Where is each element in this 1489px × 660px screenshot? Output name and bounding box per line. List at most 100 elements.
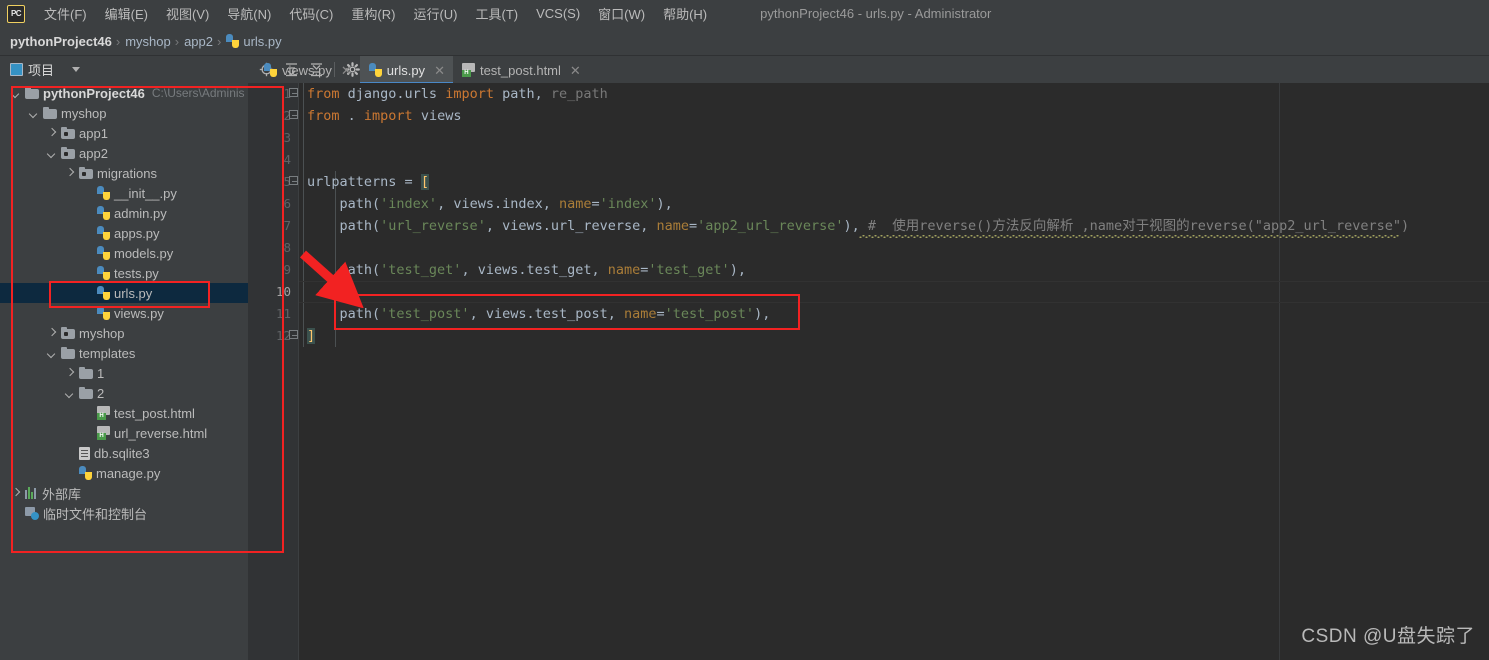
menu-file[interactable]: 文件(F) xyxy=(35,1,96,26)
spellcheck-underline xyxy=(859,235,1399,238)
tree-item-apps-py[interactable]: apps.py xyxy=(0,223,248,243)
code-token: import xyxy=(445,86,494,102)
tree-item-label: 外部库 xyxy=(42,486,82,502)
code-editor[interactable]: from django.urls import path, re_path fro… xyxy=(299,83,1489,660)
tree-item-label: models.py xyxy=(114,245,174,261)
tree-item-pythonProject46[interactable]: pythonProject46 C:\Users\Adminis xyxy=(0,83,248,103)
breadcrumb-item-project[interactable]: pythonProject46 xyxy=(10,34,112,49)
menu-tools[interactable]: 工具(T) xyxy=(466,1,527,26)
tree-item-myshop[interactable]: myshop xyxy=(0,103,248,123)
close-tab-icon[interactable]: ✕ xyxy=(341,64,352,77)
fold-marker[interactable] xyxy=(288,105,299,127)
menu-code[interactable]: 代码(C) xyxy=(280,1,342,26)
tree-item-app1[interactable]: app1 xyxy=(0,123,248,143)
tree-item-myshop[interactable]: myshop xyxy=(0,323,248,343)
menu-navigate[interactable]: 导航(N) xyxy=(218,1,280,26)
html-file-icon xyxy=(97,406,110,420)
menu-edit[interactable]: 编辑(E) xyxy=(96,1,157,26)
menu-view[interactable]: 视图(V) xyxy=(157,1,218,26)
chevron-down-icon[interactable] xyxy=(64,388,75,399)
tree-item-models-py[interactable]: models.py xyxy=(0,243,248,263)
editor-tab-urls-py[interactable]: urls.py ✕ xyxy=(359,56,454,84)
project-tree[interactable]: pythonProject46 C:\Users\Adminis myshop app… xyxy=(0,83,248,660)
close-tab-icon[interactable]: ✕ xyxy=(434,64,445,77)
code-token: = xyxy=(656,306,665,322)
scratches-console-icon xyxy=(25,506,39,520)
editor-tab-label: views.py xyxy=(282,62,332,78)
chevron-down-icon[interactable] xyxy=(46,148,57,159)
code-folding-column[interactable] xyxy=(288,83,299,660)
folder-icon xyxy=(79,367,93,379)
menu-run[interactable]: 运行(U) xyxy=(404,1,466,26)
code-line-2[interactable]: from . import views xyxy=(307,105,461,127)
menu-refactor[interactable]: 重构(R) xyxy=(342,1,404,26)
code-line-6[interactable]: path('index', views.index, name='index')… xyxy=(307,193,673,215)
code-line-12[interactable]: ] xyxy=(307,325,316,347)
code-line-7[interactable]: path('url_reverse', views.url_reverse, n… xyxy=(307,215,1410,237)
editor-tab-views-py[interactable]: views.py ✕ xyxy=(255,56,360,84)
tree-item-manage-py[interactable]: manage.py xyxy=(0,463,248,483)
tree-item-views-py[interactable]: views.py xyxy=(0,303,248,323)
indent-guide xyxy=(303,83,304,347)
tree-item-label: app2 xyxy=(79,145,108,161)
chevron-right-icon[interactable] xyxy=(10,488,21,499)
tree-item-db-sqlite3[interactable]: db.sqlite3 xyxy=(0,443,248,463)
python-file-icon xyxy=(97,306,110,320)
tree-item-urls-py[interactable]: urls.py xyxy=(0,283,248,303)
line-number: 3 xyxy=(283,130,291,145)
project-tab[interactable]: 项目 xyxy=(0,60,54,79)
code-token: 'test_get' xyxy=(648,262,730,278)
chevron-down-icon[interactable] xyxy=(72,67,81,72)
tree-item-label: pythonProject46 xyxy=(43,85,145,101)
breadcrumb-item-app2[interactable]: app2 xyxy=(184,34,213,49)
chevron-right-icon[interactable] xyxy=(46,328,57,339)
tree-item-临时文件和控制台[interactable]: 临时文件和控制台 xyxy=(0,503,248,523)
tree-item-migrations[interactable]: migrations xyxy=(0,163,248,183)
breadcrumb-separator: › xyxy=(115,33,121,49)
line-number: 12 xyxy=(275,328,291,343)
chevron-right-icon[interactable] xyxy=(46,128,57,139)
fold-marker-end[interactable] xyxy=(288,325,299,347)
tree-item-url_reverse-html[interactable]: url_reverse.html xyxy=(0,423,248,443)
menu-vcs[interactable]: VCS(S) xyxy=(527,3,589,24)
tree-item-__init__-py[interactable]: __init__.py xyxy=(0,183,248,203)
chevron-down-icon[interactable] xyxy=(10,88,21,99)
tree-item-2[interactable]: 2 xyxy=(0,383,248,403)
tree-item-app2[interactable]: app2 xyxy=(0,143,248,163)
code-line-9[interactable]: path('test_get', views.test_get, name='t… xyxy=(307,259,746,281)
code-token: = xyxy=(689,218,698,234)
tree-item-tests-py[interactable]: tests.py xyxy=(0,263,248,283)
line-number: 1 xyxy=(283,86,291,101)
menu-help[interactable]: 帮助(H) xyxy=(654,1,716,26)
menu-window[interactable]: 窗口(W) xyxy=(589,1,654,26)
fold-marker[interactable] xyxy=(288,83,299,105)
line-number: 6 xyxy=(283,196,291,211)
fold-marker[interactable] xyxy=(288,171,299,193)
tree-item-label: 临时文件和控制台 xyxy=(43,506,148,522)
code-token: from xyxy=(307,108,340,124)
chevron-right-icon[interactable] xyxy=(64,368,75,379)
python-file-icon xyxy=(97,206,110,220)
close-tab-icon[interactable]: ✕ xyxy=(570,64,581,77)
chevron-down-icon[interactable] xyxy=(46,348,57,359)
code-token: from xyxy=(307,86,340,102)
tree-item-templates[interactable]: templates xyxy=(0,343,248,363)
tree-item-1[interactable]: 1 xyxy=(0,363,248,383)
chevron-right-icon[interactable] xyxy=(64,168,75,179)
editor-tab-test_post-html[interactable]: test_post.html ✕ xyxy=(453,56,589,84)
tree-item-外部库[interactable]: 外部库 xyxy=(0,483,248,503)
code-line-5[interactable]: urlpatterns = [ xyxy=(307,171,429,193)
project-tab-label: 项目 xyxy=(28,63,55,78)
code-line-1[interactable]: from django.urls import path, re_path xyxy=(307,83,608,105)
tree-item-admin-py[interactable]: admin.py xyxy=(0,203,248,223)
code-line-11[interactable]: path('test_post', views.test_post, name=… xyxy=(307,303,771,325)
code-token: 'index' xyxy=(380,196,438,212)
tree-item-test_post-html[interactable]: test_post.html xyxy=(0,403,248,423)
code-token: path( xyxy=(307,196,381,212)
breadcrumb-item-myshop[interactable]: myshop xyxy=(125,34,171,49)
tree-item-label: migrations xyxy=(97,165,157,181)
code-token: re_path xyxy=(542,86,608,102)
chevron-down-icon[interactable] xyxy=(28,108,39,119)
breadcrumb-item-file[interactable]: urls.py xyxy=(226,34,282,49)
